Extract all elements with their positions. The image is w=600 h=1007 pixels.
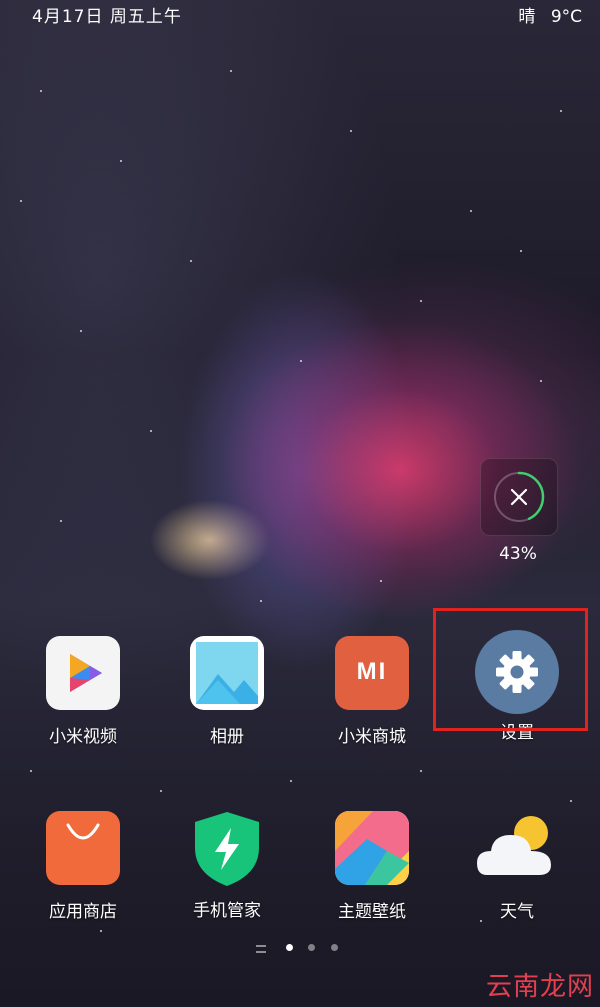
status-bar: 4月17日 周五上午 晴 9°C [0,0,600,28]
app-gallery[interactable]: 相册 [162,636,292,747]
app-mi-video[interactable]: 小米视频 [18,636,148,747]
page-dot[interactable] [331,944,339,951]
security-icon [187,808,267,888]
app-label: 小米商城 [338,727,406,747]
app-store-icon [46,811,120,885]
memory-cleaner-widget[interactable] [480,458,558,536]
page-dot[interactable] [308,944,316,951]
cleaner-percent-label: 43% [499,544,537,564]
date-time-label: 4月17日 周五上午 [32,7,182,27]
app-drawer-menu-icon[interactable] [255,945,266,953]
page-dot-active[interactable] [285,944,293,951]
page-indicator[interactable] [0,940,600,954]
app-label: 天气 [500,902,534,922]
app-label: 相册 [210,727,244,747]
themes-icon [335,811,409,885]
app-label: 小米视频 [49,727,117,747]
watermark-logo: 云南龙网 [485,972,594,1002]
app-mi-store[interactable]: MI 小米商城 [307,636,437,747]
weather-status: 晴 9°C [508,2,582,27]
video-icon [46,636,120,710]
weather-condition-label: 晴 [518,7,536,27]
app-label: 主题壁纸 [338,902,406,922]
mi-store-icon: MI [335,636,409,710]
cleaner-progress-ring [493,471,545,523]
weather-icon [475,811,559,885]
mi-logo-text: MI [356,658,388,685]
app-label: 应用商店 [49,902,117,922]
gallery-icon [190,636,264,710]
app-themes[interactable]: 主题壁纸 [307,811,437,922]
app-app-store[interactable]: 应用商店 [18,811,148,922]
close-icon [510,488,528,506]
settings-highlight-box [433,608,588,731]
app-label: 手机管家 [193,901,261,921]
app-weather[interactable]: 天气 [452,811,582,922]
temperature-label: 9°C [550,7,582,27]
app-security[interactable]: 手机管家 [162,808,292,921]
